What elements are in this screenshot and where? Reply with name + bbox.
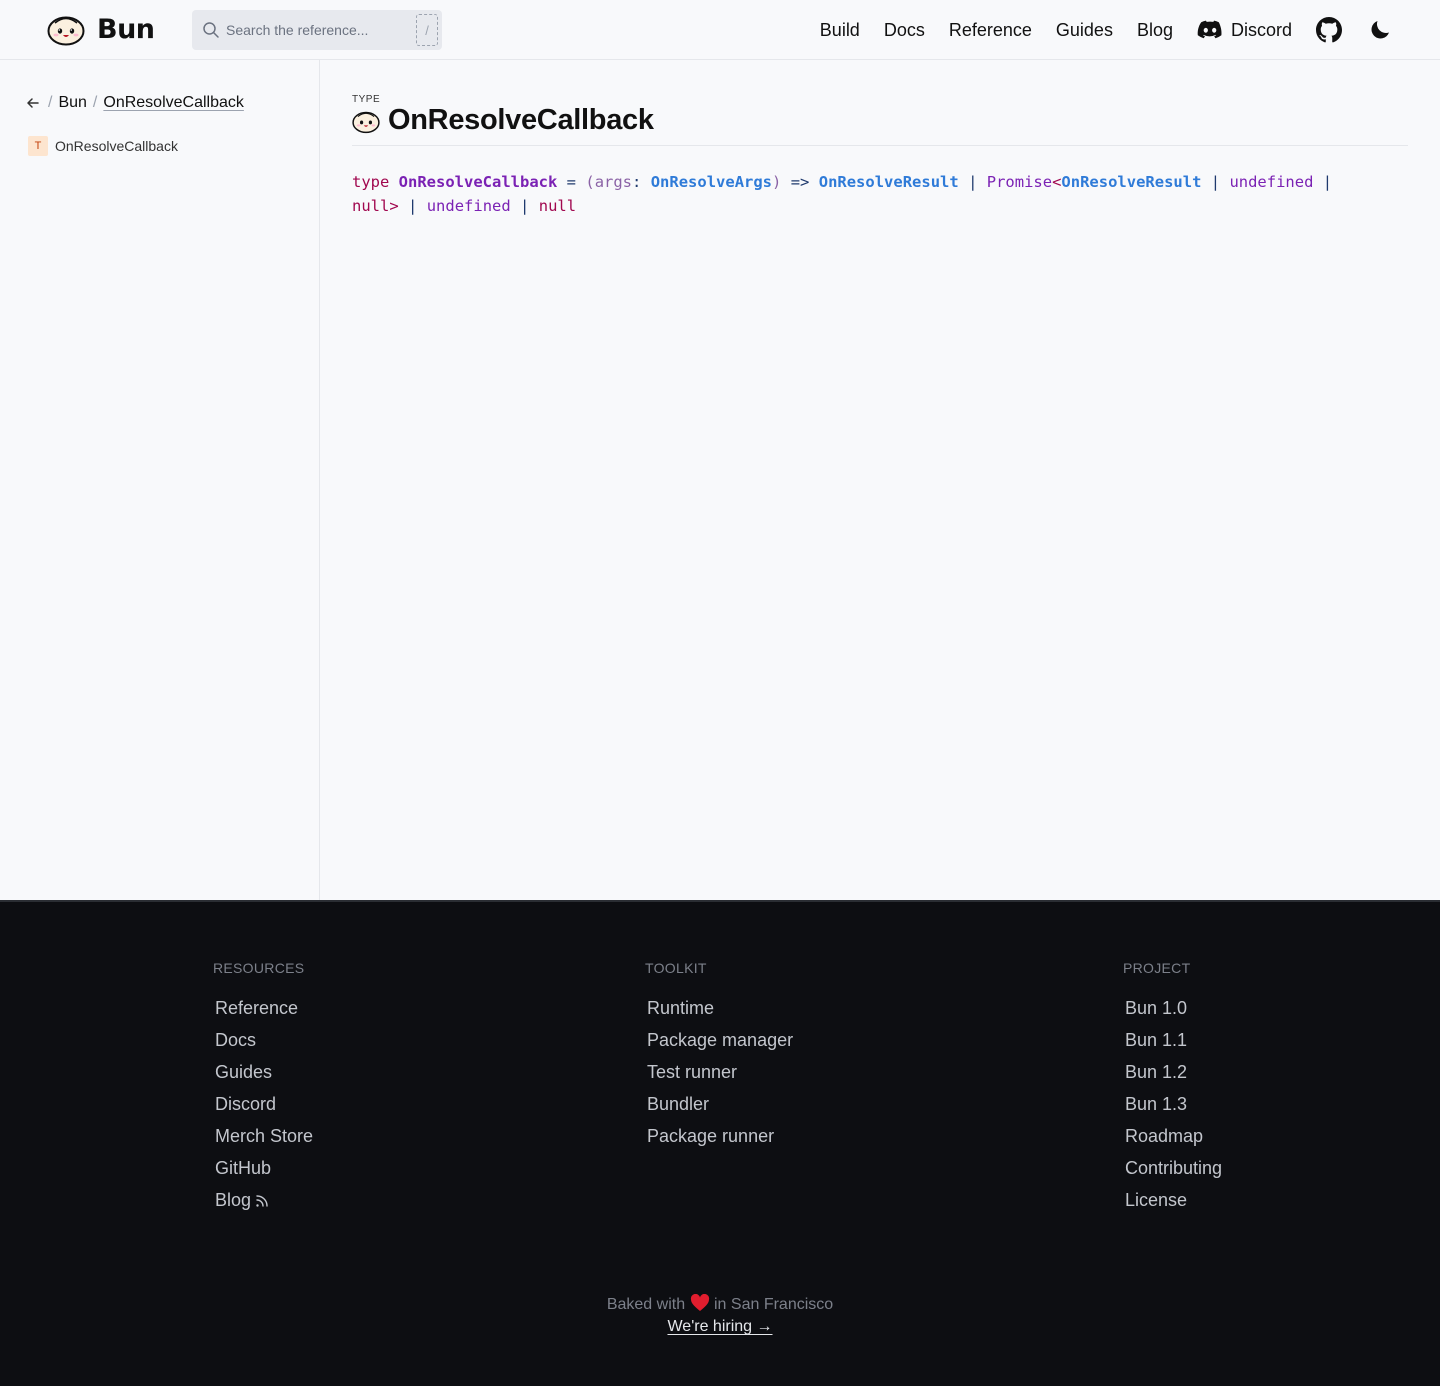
nav-reference[interactable]: Reference xyxy=(949,20,1032,41)
code-arg: args xyxy=(594,173,633,191)
footer-column-resources: RESOURCES Reference Docs Guides Discord … xyxy=(213,960,313,1216)
github-link[interactable] xyxy=(1316,17,1342,43)
footer-link[interactable]: Docs xyxy=(213,1024,313,1056)
theme-toggle-button[interactable] xyxy=(1368,18,1392,42)
code-type: undefined xyxy=(1229,173,1314,191)
baked-prefix: Baked with xyxy=(606,1296,686,1313)
breadcrumb-separator: / xyxy=(92,94,98,111)
sidebar-item-onresolvecallback[interactable]: T OnResolveCallback xyxy=(28,136,178,156)
breadcrumb-separator: / xyxy=(48,94,53,111)
bun-mascot-icon xyxy=(352,111,380,133)
footer-heading: RESOURCES xyxy=(213,960,305,976)
search-box[interactable]: / xyxy=(192,10,442,50)
title-text: OnResolveCallback xyxy=(388,104,654,136)
footer-heading: TOOLKIT xyxy=(645,960,707,976)
code-op: | xyxy=(408,197,418,215)
footer-link[interactable]: Test runner xyxy=(645,1056,793,1088)
breadcrumb: / Bun / OnResolveCallback xyxy=(26,94,244,112)
footer-link-blog[interactable]: Blog xyxy=(213,1184,313,1216)
footer-link[interactable]: Runtime xyxy=(645,992,793,1024)
code-type: undefined xyxy=(426,197,511,215)
hiring-link[interactable]: We're hiring → xyxy=(667,1318,772,1335)
code-op: | xyxy=(1210,173,1221,191)
code-type: null xyxy=(352,197,390,215)
code-keyword: type xyxy=(352,173,390,191)
type-signature: type OnResolveCallback = (args: OnResolv… xyxy=(352,170,1392,218)
type-badge: T xyxy=(28,136,48,156)
github-icon xyxy=(1316,17,1342,43)
logo-text: Bun xyxy=(97,13,155,45)
sidebar xyxy=(0,60,320,900)
rss-icon xyxy=(256,1195,268,1207)
code-op: => xyxy=(790,173,810,191)
search-shortcut-hint: / xyxy=(416,14,438,46)
discord-icon xyxy=(1197,20,1222,39)
nav-guides[interactable]: Guides xyxy=(1056,20,1113,41)
nav-docs[interactable]: Docs xyxy=(884,20,925,41)
footer-link[interactable]: Reference xyxy=(213,992,313,1024)
code-type: null xyxy=(538,197,577,215)
search-icon xyxy=(203,22,219,38)
page-title: OnResolveCallback xyxy=(352,104,654,137)
code-op: > xyxy=(389,197,399,215)
baked-suffix: in San Francisco xyxy=(714,1296,834,1313)
code-op: : xyxy=(632,173,642,191)
footer-link[interactable]: Merch Store xyxy=(213,1120,313,1152)
code-type-link[interactable]: OnResolveResult xyxy=(1061,173,1201,191)
bun-logo-link[interactable]: Bun xyxy=(47,12,155,46)
footer-link[interactable]: Roadmap xyxy=(1123,1120,1222,1152)
main-content: TYPE OnResolveCallback type OnResolveCal… xyxy=(320,60,1440,900)
footer-link-label: Blog xyxy=(215,1190,252,1210)
footer-link[interactable]: Guides xyxy=(213,1056,313,1088)
code-op: ) xyxy=(772,173,782,191)
search-input[interactable] xyxy=(226,22,406,38)
nav-build[interactable]: Build xyxy=(820,20,860,41)
footer-heading: PROJECT xyxy=(1123,960,1191,976)
site-footer: RESOURCES Reference Docs Guides Discord … xyxy=(0,900,1440,1386)
footer-link[interactable]: Bun 1.3 xyxy=(1123,1088,1222,1120)
top-header: Bun / Build Docs Reference Guides Blog D… xyxy=(0,0,1440,60)
footer-link[interactable]: Bundler xyxy=(645,1088,793,1120)
code-type: Promise xyxy=(986,173,1053,191)
footer-column-toolkit: TOOLKIT Runtime Package manager Test run… xyxy=(645,960,793,1152)
breadcrumb-current[interactable]: OnResolveCallback xyxy=(103,94,244,112)
bun-logo-icon xyxy=(47,16,85,46)
code-op: | xyxy=(520,197,530,215)
footer-column-project: PROJECT Bun 1.0 Bun 1.1 Bun 1.2 Bun 1.3 … xyxy=(1123,960,1222,1216)
footer-link[interactable]: Package runner xyxy=(645,1120,793,1152)
code-op: | xyxy=(1322,173,1333,191)
footer-link[interactable]: Bun 1.1 xyxy=(1123,1024,1222,1056)
code-type-name: OnResolveCallback xyxy=(398,173,558,191)
code-op: | xyxy=(968,173,978,191)
code-op: ( xyxy=(585,173,595,191)
breadcrumb-bun[interactable]: Bun xyxy=(58,94,86,112)
footer-link[interactable]: GitHub xyxy=(213,1152,313,1184)
heart-icon xyxy=(690,1293,709,1311)
main-nav: Build Docs Reference Guides Blog Discord xyxy=(796,0,1440,60)
footer-link[interactable]: Contributing xyxy=(1123,1152,1222,1184)
footer-link[interactable]: License xyxy=(1123,1184,1222,1216)
hiring-container: We're hiring → xyxy=(0,1318,1440,1336)
footer-link[interactable]: Package manager xyxy=(645,1024,793,1056)
back-arrow-icon[interactable] xyxy=(26,96,40,110)
code-op: = xyxy=(566,173,576,191)
nav-discord-label: Discord xyxy=(1230,19,1292,40)
footer-link[interactable]: Bun 1.2 xyxy=(1123,1056,1222,1088)
baked-with-text: Baked with in San Francisco xyxy=(0,1293,1440,1314)
code-type-link[interactable]: OnResolveArgs xyxy=(651,173,772,191)
sidebar-item-label: OnResolveCallback xyxy=(55,138,178,154)
divider xyxy=(352,145,1408,146)
nav-blog[interactable]: Blog xyxy=(1137,20,1173,41)
moon-icon xyxy=(1371,21,1389,39)
footer-link[interactable]: Bun 1.0 xyxy=(1123,992,1222,1024)
footer-link[interactable]: Discord xyxy=(213,1088,313,1120)
code-type-link[interactable]: OnResolveResult xyxy=(819,173,959,191)
nav-discord[interactable]: Discord xyxy=(1197,20,1292,41)
